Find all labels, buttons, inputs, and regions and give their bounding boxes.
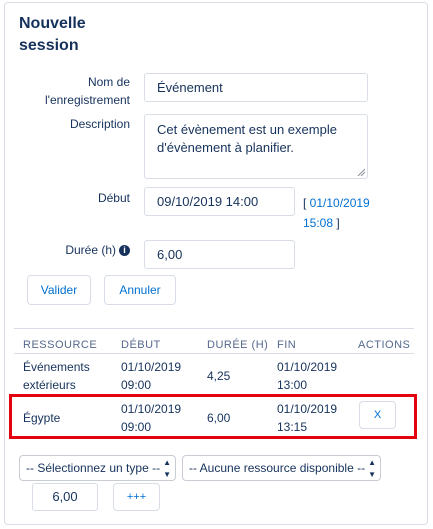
cancel-button[interactable]: Annuler xyxy=(104,275,176,305)
duration-input[interactable]: 6,00 xyxy=(144,240,295,269)
header-actions: ACTIONS xyxy=(358,339,411,351)
validate-button[interactable]: Valider xyxy=(27,275,91,305)
duration-label: Durée (h) xyxy=(65,243,116,257)
row1-duration: 4,25 xyxy=(207,369,231,383)
type-select[interactable]: -- Sélectionnez un type -- ▲ ▼ xyxy=(19,455,176,481)
header-start: DÉBUT xyxy=(121,339,161,351)
resize-handle-icon[interactable] xyxy=(357,168,365,176)
description-textarea[interactable]: Cet évènement est un exemple d'évènement… xyxy=(144,114,368,179)
name-input[interactable]: Événement xyxy=(144,73,368,102)
row1-end: 01/10/2019 13:00 xyxy=(277,360,338,392)
header-end: FIN xyxy=(277,339,297,351)
info-icon[interactable]: i xyxy=(119,245,130,256)
start-input[interactable]: 09/10/2019 14:00 xyxy=(144,187,295,216)
select-arrows-icon: ▲ ▼ xyxy=(368,458,376,479)
highlight-box xyxy=(9,394,417,439)
start-label: Début xyxy=(97,191,130,205)
name-label: Nom de l'enregistrement xyxy=(45,75,130,107)
row1-start: 01/10/2019 09:00 xyxy=(121,360,182,392)
description-label: Description xyxy=(69,117,130,131)
resource-select-value: -- Aucune ressource disponible -- xyxy=(189,461,366,475)
header-duration: DURÉE (H) xyxy=(207,339,269,351)
table-top-divider xyxy=(14,328,414,329)
suggestion-bracket-open: [ xyxy=(303,196,310,210)
panel-title: Nouvelle session xyxy=(19,15,86,54)
table-header-divider xyxy=(14,353,414,354)
row1-resource-link[interactable]: Événements extérieurs xyxy=(23,358,113,394)
resource-select[interactable]: -- Aucune ressource disponible -- ▲ ▼ xyxy=(182,455,381,481)
duration-label-wrap: Durée (h) i xyxy=(40,241,130,259)
type-select-value: -- Sélectionnez un type -- xyxy=(26,461,161,475)
description-text: Cet évènement est un exemple d'évènement… xyxy=(157,122,337,155)
add-duration-input[interactable]: 6,00 xyxy=(32,483,98,511)
add-resource-button[interactable]: +++ xyxy=(113,483,160,511)
header-resource: RESSOURCE xyxy=(23,339,98,351)
select-arrows-icon: ▲ ▼ xyxy=(163,458,171,479)
suggestion-bracket-close: ] xyxy=(333,216,340,230)
start-suggestion: [ 01/10/2019 15:08 ] xyxy=(303,193,398,233)
